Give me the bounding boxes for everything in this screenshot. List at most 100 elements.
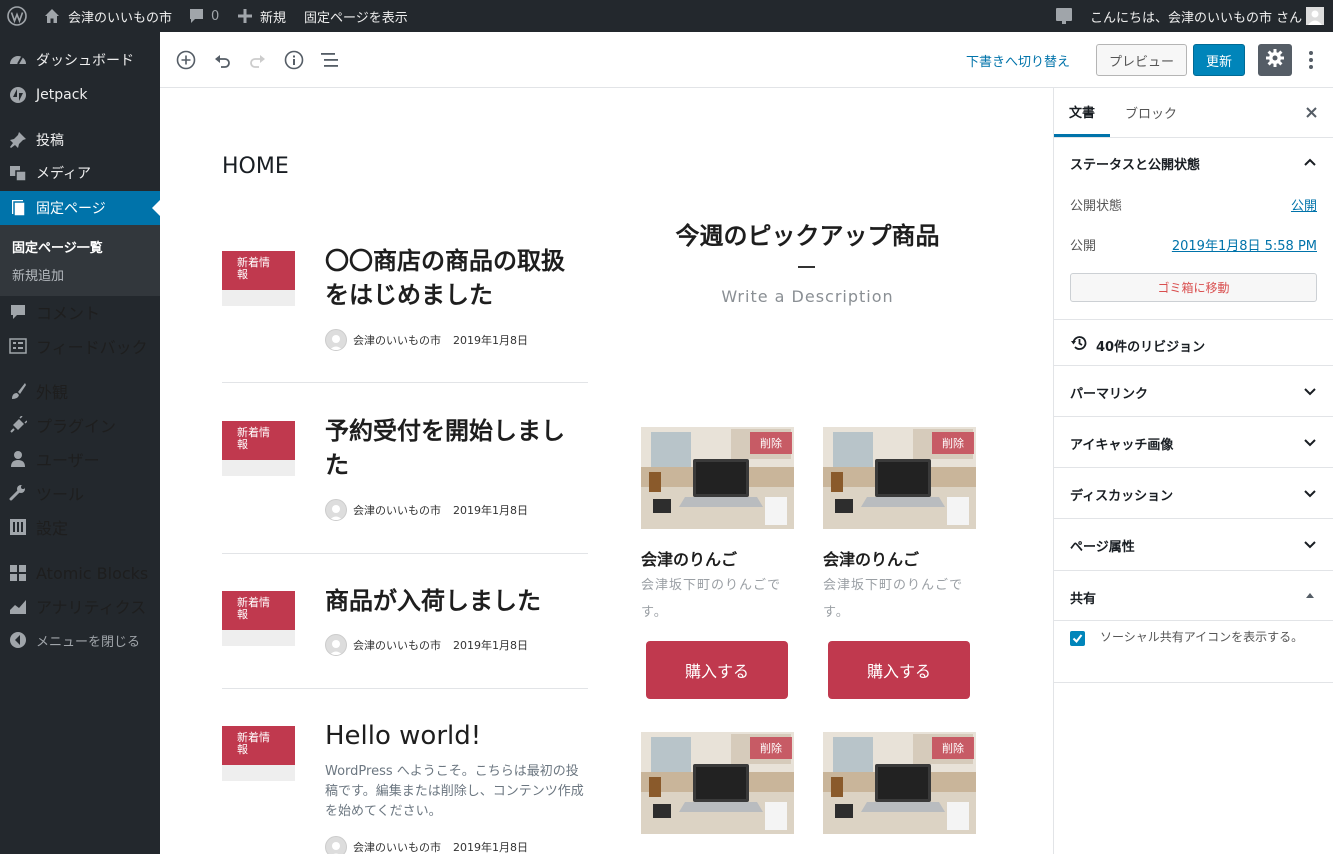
publish-date-link[interactable]: 2019年1月8日 5:58 PM [1172,235,1317,254]
settings-toggle-button[interactable] [1258,44,1292,76]
sidebar-item-pages[interactable]: 固定ページ [0,191,160,225]
post-item[interactable]: 新着情報 Hello world! WordPress へようこそ。こちらは最初… [222,689,588,854]
outline-icon[interactable] [320,32,340,88]
permalink-panel-heading[interactable]: パーマリンク [1070,383,1148,402]
collapse-icon [0,631,36,649]
move-to-trash-button[interactable]: ゴミ箱に移動 [1070,273,1317,302]
product-image[interactable]: 削除 [823,732,976,834]
update-button[interactable]: 更新 [1193,44,1245,76]
delete-badge[interactable]: 削除 [750,432,792,454]
sidebar-item-tools[interactable]: ツール [0,476,160,510]
add-block-icon[interactable] [176,32,196,88]
post-title[interactable]: 予約受付を開始しました [325,414,585,482]
admin-bar-new[interactable]: 新規 [238,0,286,32]
page-title[interactable]: HOME [222,154,289,179]
settings-sidebar: 文書 ブロック ステータスと公開状態 公開状態 公開 公開 2019年1月8日 … [1053,88,1333,854]
post-item[interactable]: 新着情報 予約受付を開始しました 会津のいいもの市 2019年1月8日 [222,383,588,554]
user-avatar[interactable] [1306,0,1324,32]
product-name[interactable]: 会津のりんご [823,546,919,570]
close-icon[interactable] [1304,88,1318,137]
discussion-panel-heading[interactable]: ディスカッション [1070,485,1173,504]
sidebar-item-atomic-blocks[interactable]: Atomic Blocks [0,556,160,590]
info-icon[interactable] [284,32,304,88]
notification-icon[interactable] [1055,0,1073,32]
share-panel-heading[interactable]: 共有 [1070,588,1096,607]
sidebar-item-settings[interactable]: 設定 [0,510,160,544]
delete-badge[interactable]: 削除 [932,737,974,759]
site-name: 会津のいいもの市 [68,10,173,26]
badge-shadow [222,460,295,476]
sidebar-item-analytics[interactable]: アナリティクス [0,589,160,623]
tab-block[interactable]: ブロック [1125,88,1177,137]
author-avatar [325,634,347,656]
sidebar-item-jetpack[interactable]: Jetpack [0,78,160,112]
post-title[interactable]: 〇〇商店の商品の取扱をはじめました [325,244,585,312]
page-attributes-panel-heading[interactable]: ページ属性 [1070,536,1135,555]
triangle-up-icon[interactable] [1305,588,1315,602]
post-meta: 会津のいいもの市 2019年1月8日 [325,835,528,854]
share-checkbox-label[interactable]: ソーシャル共有アイコンを表示する。 [1070,628,1320,647]
product-card[interactable]: 削除 [823,732,976,834]
sidebar-item-appearance[interactable]: 外観 [0,374,160,408]
product-image[interactable]: 削除 [641,732,794,834]
sidebar-label: フィードバック [36,338,148,357]
submenu-add-new[interactable]: 新規追加 [12,265,64,284]
post-title[interactable]: 商品が入荷しました [325,584,585,618]
delete-badge[interactable]: 削除 [750,737,792,759]
user-greeting[interactable]: こんにちは、会津のいいもの市 さん [1090,0,1302,32]
product-image[interactable]: 削除 [641,427,794,529]
tab-document[interactable]: 文書 [1054,88,1110,137]
chevron-up-icon[interactable] [1303,155,1317,169]
share-checkbox[interactable] [1070,631,1085,646]
chevron-down-icon[interactable] [1303,436,1317,450]
post-title[interactable]: Hello world! [325,719,585,753]
preview-button[interactable]: プレビュー [1096,44,1187,76]
sidebar-item-users[interactable]: ユーザー [0,442,160,476]
product-name[interactable]: 会津のりんご [641,546,737,570]
product-card[interactable]: 削除 会津のりんご 会津坂下町のりんごです。 購入する [823,427,976,707]
undo-icon[interactable] [212,32,232,88]
sidebar-item-posts[interactable]: 投稿 [0,123,160,157]
sidebar-label: ユーザー [36,451,100,470]
sidebar-item-comments[interactable]: コメント [0,295,160,329]
sidebar-label: ツール [36,485,85,504]
delete-badge[interactable]: 削除 [932,432,974,454]
pages-submenu: 固定ページ一覧 新規追加 [0,225,160,296]
visibility-value-link[interactable]: 公開 [1291,195,1317,214]
status-panel-heading[interactable]: ステータスと公開状態 [1070,154,1200,173]
redo-icon[interactable] [248,32,268,88]
chevron-down-icon[interactable] [1303,538,1317,552]
sidebar-item-feedback[interactable]: フィードバック [0,329,160,363]
sidebar-label: 設定 [36,519,69,538]
wordpress-logo-icon[interactable] [7,0,29,32]
buy-button[interactable]: 購入する [646,641,788,699]
revisions-link[interactable]: 40件のリビジョン [1070,334,1205,356]
submenu-all-pages[interactable]: 固定ページ一覧 [12,237,103,256]
pickup-description[interactable]: Write a Description [640,287,975,306]
more-options-icon[interactable] [1301,32,1321,88]
admin-bar-comments[interactable]: 0 [188,0,219,32]
sidebar-item-media[interactable]: メディア [0,156,160,190]
product-card[interactable]: 削除 [641,732,794,834]
collapse-menu-button[interactable]: メニューを閉じる [0,623,160,657]
sidebar-label: アナリティクス [36,598,147,617]
pickup-title[interactable]: 今週のピックアップ商品 [640,216,975,251]
post-item[interactable]: 新着情報 〇〇商店の商品の取扱をはじめました 会津のいいもの市 2019年1月8… [222,212,588,383]
sidebar-item-plugins[interactable]: プラグイン [0,408,160,442]
featured-image-panel-heading[interactable]: アイキャッチ画像 [1070,434,1173,453]
admin-bar-site[interactable]: 会津のいいもの市 [44,0,172,32]
sidebar-label: メディア [36,166,92,182]
view-page-link[interactable]: 固定ページを表示 [304,0,408,32]
chevron-down-icon[interactable] [1303,487,1317,501]
post-item[interactable]: 新着情報 商品が入荷しました 会津のいいもの市 2019年1月8日 [222,554,588,689]
wrench-icon [0,484,36,502]
chevron-down-icon[interactable] [1303,385,1317,399]
sidebar-label: プラグイン [36,417,117,436]
buy-button[interactable]: 購入する [828,641,970,699]
product-image[interactable]: 削除 [823,427,976,529]
switch-to-draft-link[interactable]: 下書きへ切り替え [966,32,1070,88]
pickup-divider [798,266,815,268]
sidebar-item-dashboard[interactable]: ダッシュボード [0,43,160,77]
product-description: 会津坂下町のりんごです。 [641,578,782,620]
product-card[interactable]: 削除 会津のりんご 会津坂下町のりんごです。 購入する [641,427,794,707]
